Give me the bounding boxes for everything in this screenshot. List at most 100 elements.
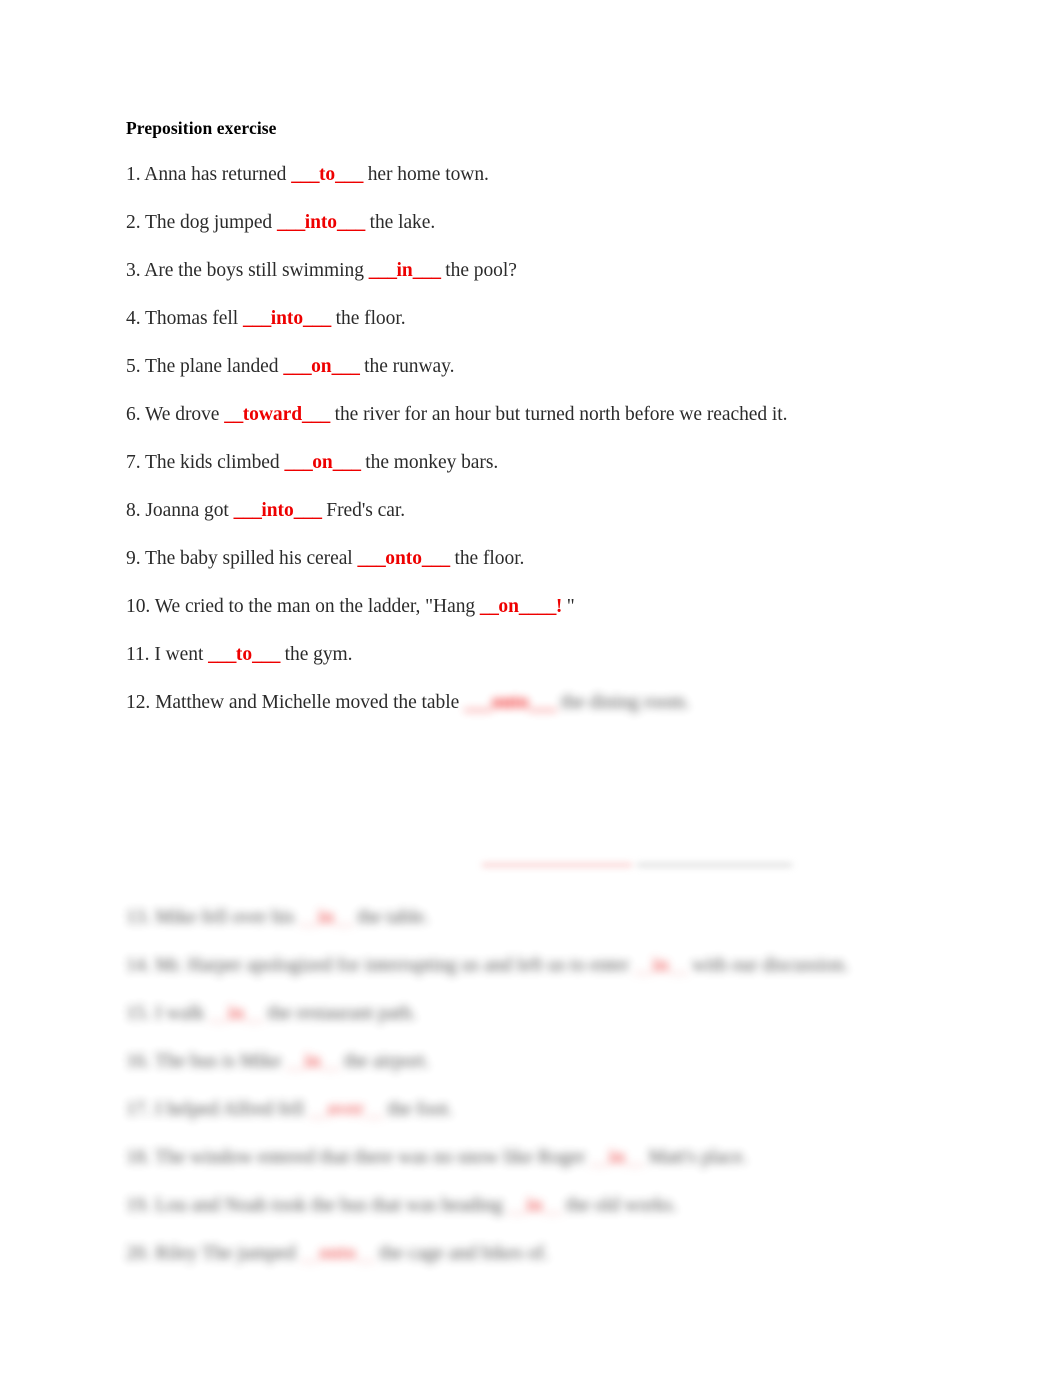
answer-blank-leading: __ <box>507 1195 527 1216</box>
question-number: 14. <box>126 955 151 976</box>
question-text-after: Fred's car. <box>321 500 406 521</box>
answer-word: on <box>498 596 519 617</box>
question-text-before: The dog jumped <box>145 212 273 233</box>
answer-word: onto <box>319 1243 356 1264</box>
answer-blank-trailing: __ <box>355 1243 375 1264</box>
answer-blank-trailing: ___ <box>302 404 330 425</box>
answer-word: toward <box>242 404 302 425</box>
document-body: Preposition exercise 1. Anna has returne… <box>126 118 986 741</box>
question-text-after: Matt's place. <box>648 1147 748 1168</box>
question-line: 4. Thomas fell ___into___ the floor. <box>126 309 986 329</box>
question-text-before: Anna has returned <box>144 164 287 185</box>
answer-fragment: ___into___ the lake. <box>277 212 435 233</box>
question-text-after: the old works. <box>565 1195 677 1216</box>
answer-word: on <box>311 356 332 377</box>
question-number: 19. <box>126 1195 151 1216</box>
question-number: 4. <box>126 308 141 329</box>
answer-blank-trailing: ___ <box>331 356 360 377</box>
answer-fragment: ___in___ the pool? <box>369 260 517 281</box>
question-number: 15. <box>126 1003 151 1024</box>
blurred-question-line: 19. Lou and Noah took the bus that was h… <box>126 1196 677 1216</box>
answer-blank-trailing: __ <box>334 907 353 928</box>
page-title: Preposition exercise <box>126 118 277 138</box>
answer-word: onto <box>491 692 529 713</box>
question-text-after: the gym. <box>279 644 353 665</box>
answer-word: in <box>227 1003 245 1024</box>
question-text-after: the table. <box>357 907 429 928</box>
answer-blank-leading: ___ <box>291 164 319 185</box>
answer-blank-leading: __ <box>209 1003 228 1024</box>
question-number: 11. <box>126 644 150 665</box>
blurred-question-line: 16. The bus is Mike __in__ the airport. <box>126 1052 430 1072</box>
question-list: 1. Anna has returned ___to___ her home t… <box>126 165 986 713</box>
answer-blank-trailing: ___ <box>528 692 557 713</box>
answer-blank-leading: ___ <box>233 500 262 521</box>
blurred-question-line: 17. I helped Alfred fell __over__ the fo… <box>126 1100 453 1120</box>
question-line: 9. The baby spilled his cereal ___onto__… <box>126 549 986 569</box>
question-text-before: Matthew and Michelle moved the table <box>155 692 460 713</box>
answer-blank-leading: __ <box>590 1147 609 1168</box>
question-text-before: Mr. Harper apologized for interrupting u… <box>155 955 630 976</box>
question-number: 12. <box>126 692 151 713</box>
question-number: 5. <box>126 356 141 377</box>
answer-blank-leading: __ <box>224 404 243 425</box>
answer-blank-leading: __ <box>300 1243 320 1264</box>
document-page: Preposition exercise 1. Anna has returne… <box>0 0 1062 1377</box>
answer-blank-leading: ___ <box>284 452 313 473</box>
question-text-before: We cried to the man on the ladder, "Hang <box>154 596 476 617</box>
question-line: 10. We cried to the man on the ladder, "… <box>126 597 986 617</box>
question-number: 10. <box>126 596 151 617</box>
answer-word: in <box>526 1195 543 1216</box>
question-text-before: We drove <box>145 404 220 425</box>
question-number: 13. <box>126 907 151 928</box>
answer-fragment: __on____! " <box>480 596 575 617</box>
answer-blank-trailing: ___ <box>337 212 365 233</box>
question-text-before: The plane landed <box>145 356 279 377</box>
answer-blank-leading: ___ <box>464 692 492 713</box>
answer-blank-leading: ___ <box>283 356 312 377</box>
answer-word: into <box>270 308 304 329</box>
question-text-before: Mike fell over his <box>155 907 295 928</box>
question-text-before: I walk <box>155 1003 205 1024</box>
blurred-question-line: 15. I walk __in__ the restaurant path. <box>126 1004 416 1024</box>
answer-word: in <box>652 955 669 976</box>
question-number: 16. <box>126 1051 151 1072</box>
question-number: 2. <box>126 212 141 233</box>
answer-blank-trailing: __ <box>668 955 688 976</box>
answer-fragment: __toward___ the river for an hour but tu… <box>224 404 787 425</box>
question-text-before: I went <box>154 644 204 665</box>
answer-blank-trailing: ___ <box>412 260 441 281</box>
answer-word: in <box>396 260 413 281</box>
answer-word: on <box>312 452 333 473</box>
answer-word: into <box>304 212 338 233</box>
question-line: 7. The kids climbed ___on___ the monkey … <box>126 453 986 473</box>
question-number: 18. <box>126 1147 151 1168</box>
question-text-before: I helped Alfred fell <box>155 1099 305 1120</box>
answer-fragment: ___on___ the monkey bars. <box>284 452 498 473</box>
question-text-after: the river for an hour but turned north b… <box>329 404 788 425</box>
answer-blank-leading: ___ <box>208 644 236 665</box>
question-line: 2. The dog jumped ___into___ the lake. <box>126 213 986 233</box>
answer-fragment: ___into___ Fred's car. <box>234 500 405 521</box>
answer-blank-leading: ___ <box>242 308 271 329</box>
question-number: 9. <box>126 548 141 569</box>
question-text-after: with our discussion. <box>692 955 849 976</box>
question-number: 3. <box>126 260 141 281</box>
answer-word: onto <box>385 548 422 569</box>
answer-blank-trailing: ____! <box>518 596 563 617</box>
question-number: 6. <box>126 404 141 425</box>
question-text-after: the dining room. <box>556 692 690 713</box>
question-line: 11. I went ___to___ the gym. <box>126 645 986 665</box>
answer-blank-trailing: __ <box>625 1147 644 1168</box>
answer-word: in <box>608 1147 626 1168</box>
question-text-after: " <box>561 596 575 617</box>
answer-blank-trailing: ___ <box>335 164 363 185</box>
blurred-answer-fragment: ___onto___ the dining room. <box>464 693 690 713</box>
question-number: 20. <box>126 1243 151 1264</box>
question-text-after: the floor. <box>449 548 525 569</box>
answer-fragment: ___to___ her home town. <box>291 164 489 185</box>
blurred-question-line: 13. Mike fell over his __in__ the table. <box>126 908 429 928</box>
question-number: 8. <box>126 500 141 521</box>
question-text-after: the restaurant path. <box>267 1003 417 1024</box>
question-text-after: her home town. <box>362 164 489 185</box>
